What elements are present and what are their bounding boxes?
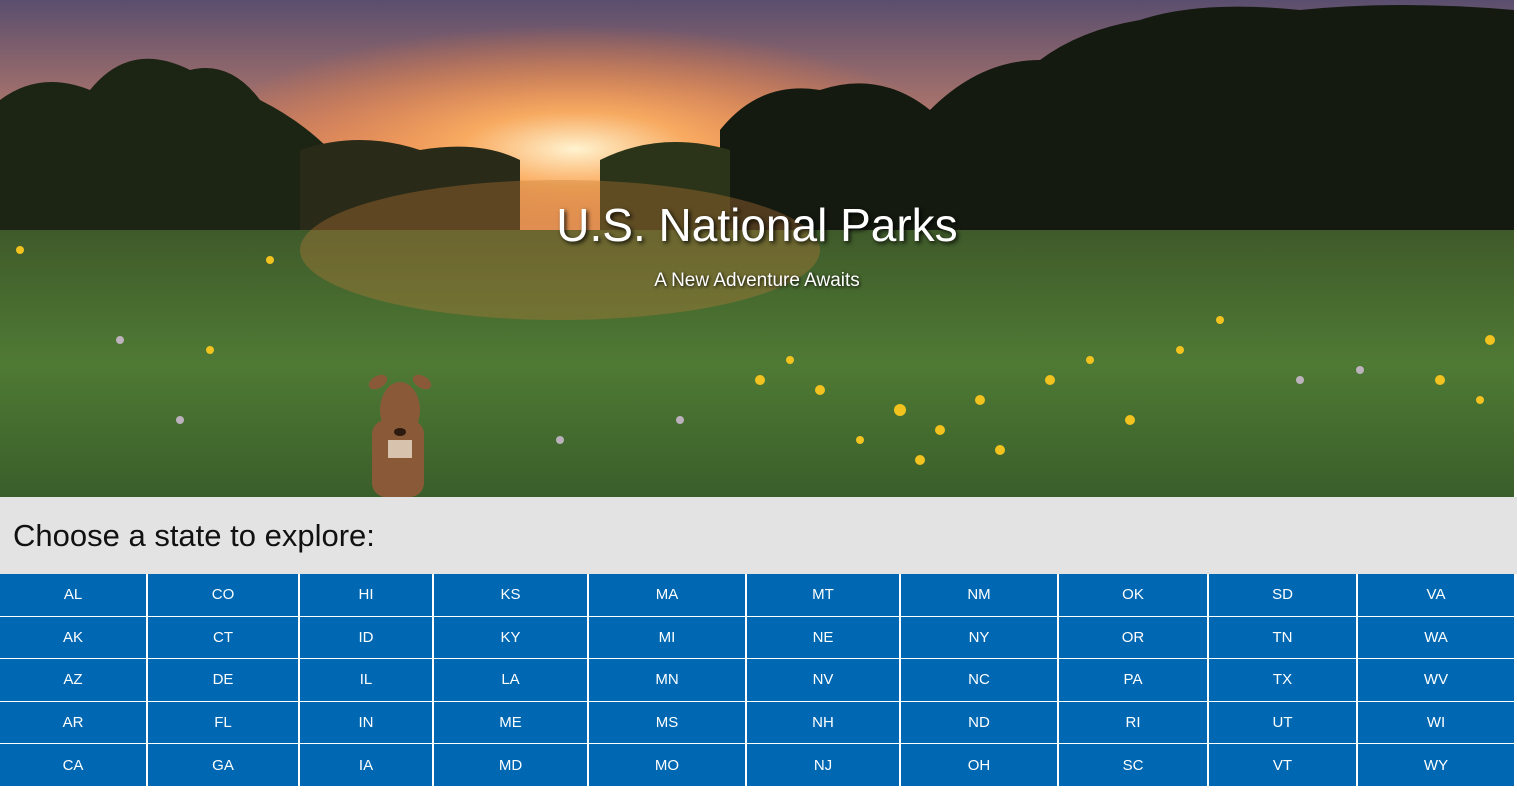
- state-button-ne[interactable]: NE: [747, 616, 901, 659]
- state-row: AR FL IN ME MS NH ND RI UT WI: [0, 701, 1514, 745]
- state-button-wi[interactable]: WI: [1358, 701, 1514, 744]
- page-title: U.S. National Parks: [556, 199, 958, 251]
- state-button-il[interactable]: IL: [300, 659, 434, 701]
- state-button-or[interactable]: OR: [1059, 616, 1209, 659]
- state-row: CA GA IA MD MO NJ OH SC VT WY: [0, 744, 1514, 787]
- state-button-ct[interactable]: CT: [148, 616, 300, 659]
- state-button-ri[interactable]: RI: [1059, 701, 1209, 744]
- state-button-sc[interactable]: SC: [1059, 744, 1209, 786]
- state-button-nv[interactable]: NV: [747, 659, 901, 701]
- state-button-tx[interactable]: TX: [1209, 659, 1358, 701]
- page-subtitle: A New Adventure Awaits: [654, 270, 860, 291]
- state-button-ky[interactable]: KY: [434, 616, 589, 659]
- state-button-ok[interactable]: OK: [1059, 574, 1209, 616]
- state-button-va[interactable]: VA: [1358, 574, 1514, 616]
- state-button-hi[interactable]: HI: [300, 574, 434, 616]
- state-button-id[interactable]: ID: [300, 616, 434, 659]
- state-button-co[interactable]: CO: [148, 574, 300, 616]
- state-button-mt[interactable]: MT: [747, 574, 901, 616]
- state-button-sd[interactable]: SD: [1209, 574, 1358, 616]
- state-button-al[interactable]: AL: [0, 574, 148, 616]
- state-button-tn[interactable]: TN: [1209, 616, 1358, 659]
- state-button-mn[interactable]: MN: [589, 659, 747, 701]
- state-prompt: Choose a state to explore:: [13, 518, 375, 553]
- state-row: AK CT ID KY MI NE NY OR TN WA: [0, 616, 1514, 660]
- state-button-nd[interactable]: ND: [901, 701, 1059, 744]
- state-button-wv[interactable]: WV: [1358, 659, 1514, 701]
- state-button-ca[interactable]: CA: [0, 744, 148, 786]
- state-button-de[interactable]: DE: [148, 659, 300, 701]
- state-button-mo[interactable]: MO: [589, 744, 747, 786]
- hero-banner: U.S. National Parks A New Adventure Awai…: [0, 0, 1514, 497]
- state-button-nc[interactable]: NC: [901, 659, 1059, 701]
- state-button-pa[interactable]: PA: [1059, 659, 1209, 701]
- state-row: AL CO HI KS MA MT NM OK SD VA: [0, 574, 1514, 617]
- state-grid: AL CO HI KS MA MT NM OK SD VA AK CT ID K…: [0, 574, 1514, 787]
- state-button-ma[interactable]: MA: [589, 574, 747, 616]
- state-button-in[interactable]: IN: [300, 701, 434, 744]
- state-button-wa[interactable]: WA: [1358, 616, 1514, 659]
- state-button-ms[interactable]: MS: [589, 701, 747, 744]
- state-button-vt[interactable]: VT: [1209, 744, 1358, 786]
- state-button-ny[interactable]: NY: [901, 616, 1059, 659]
- state-button-ia[interactable]: IA: [300, 744, 434, 786]
- state-button-ar[interactable]: AR: [0, 701, 148, 744]
- state-button-ga[interactable]: GA: [148, 744, 300, 786]
- state-button-md[interactable]: MD: [434, 744, 589, 786]
- state-button-oh[interactable]: OH: [901, 744, 1059, 786]
- state-button-mi[interactable]: MI: [589, 616, 747, 659]
- state-button-ut[interactable]: UT: [1209, 701, 1358, 744]
- state-button-me[interactable]: ME: [434, 701, 589, 744]
- state-button-az[interactable]: AZ: [0, 659, 148, 701]
- state-button-ak[interactable]: AK: [0, 616, 148, 659]
- state-button-nm[interactable]: NM: [901, 574, 1059, 616]
- state-button-nh[interactable]: NH: [747, 701, 901, 744]
- state-button-nj[interactable]: NJ: [747, 744, 901, 786]
- state-button-wy[interactable]: WY: [1358, 744, 1514, 786]
- state-row: AZ DE IL LA MN NV NC PA TX WV: [0, 659, 1514, 702]
- state-button-ks[interactable]: KS: [434, 574, 589, 616]
- state-button-fl[interactable]: FL: [148, 701, 300, 744]
- state-button-la[interactable]: LA: [434, 659, 589, 701]
